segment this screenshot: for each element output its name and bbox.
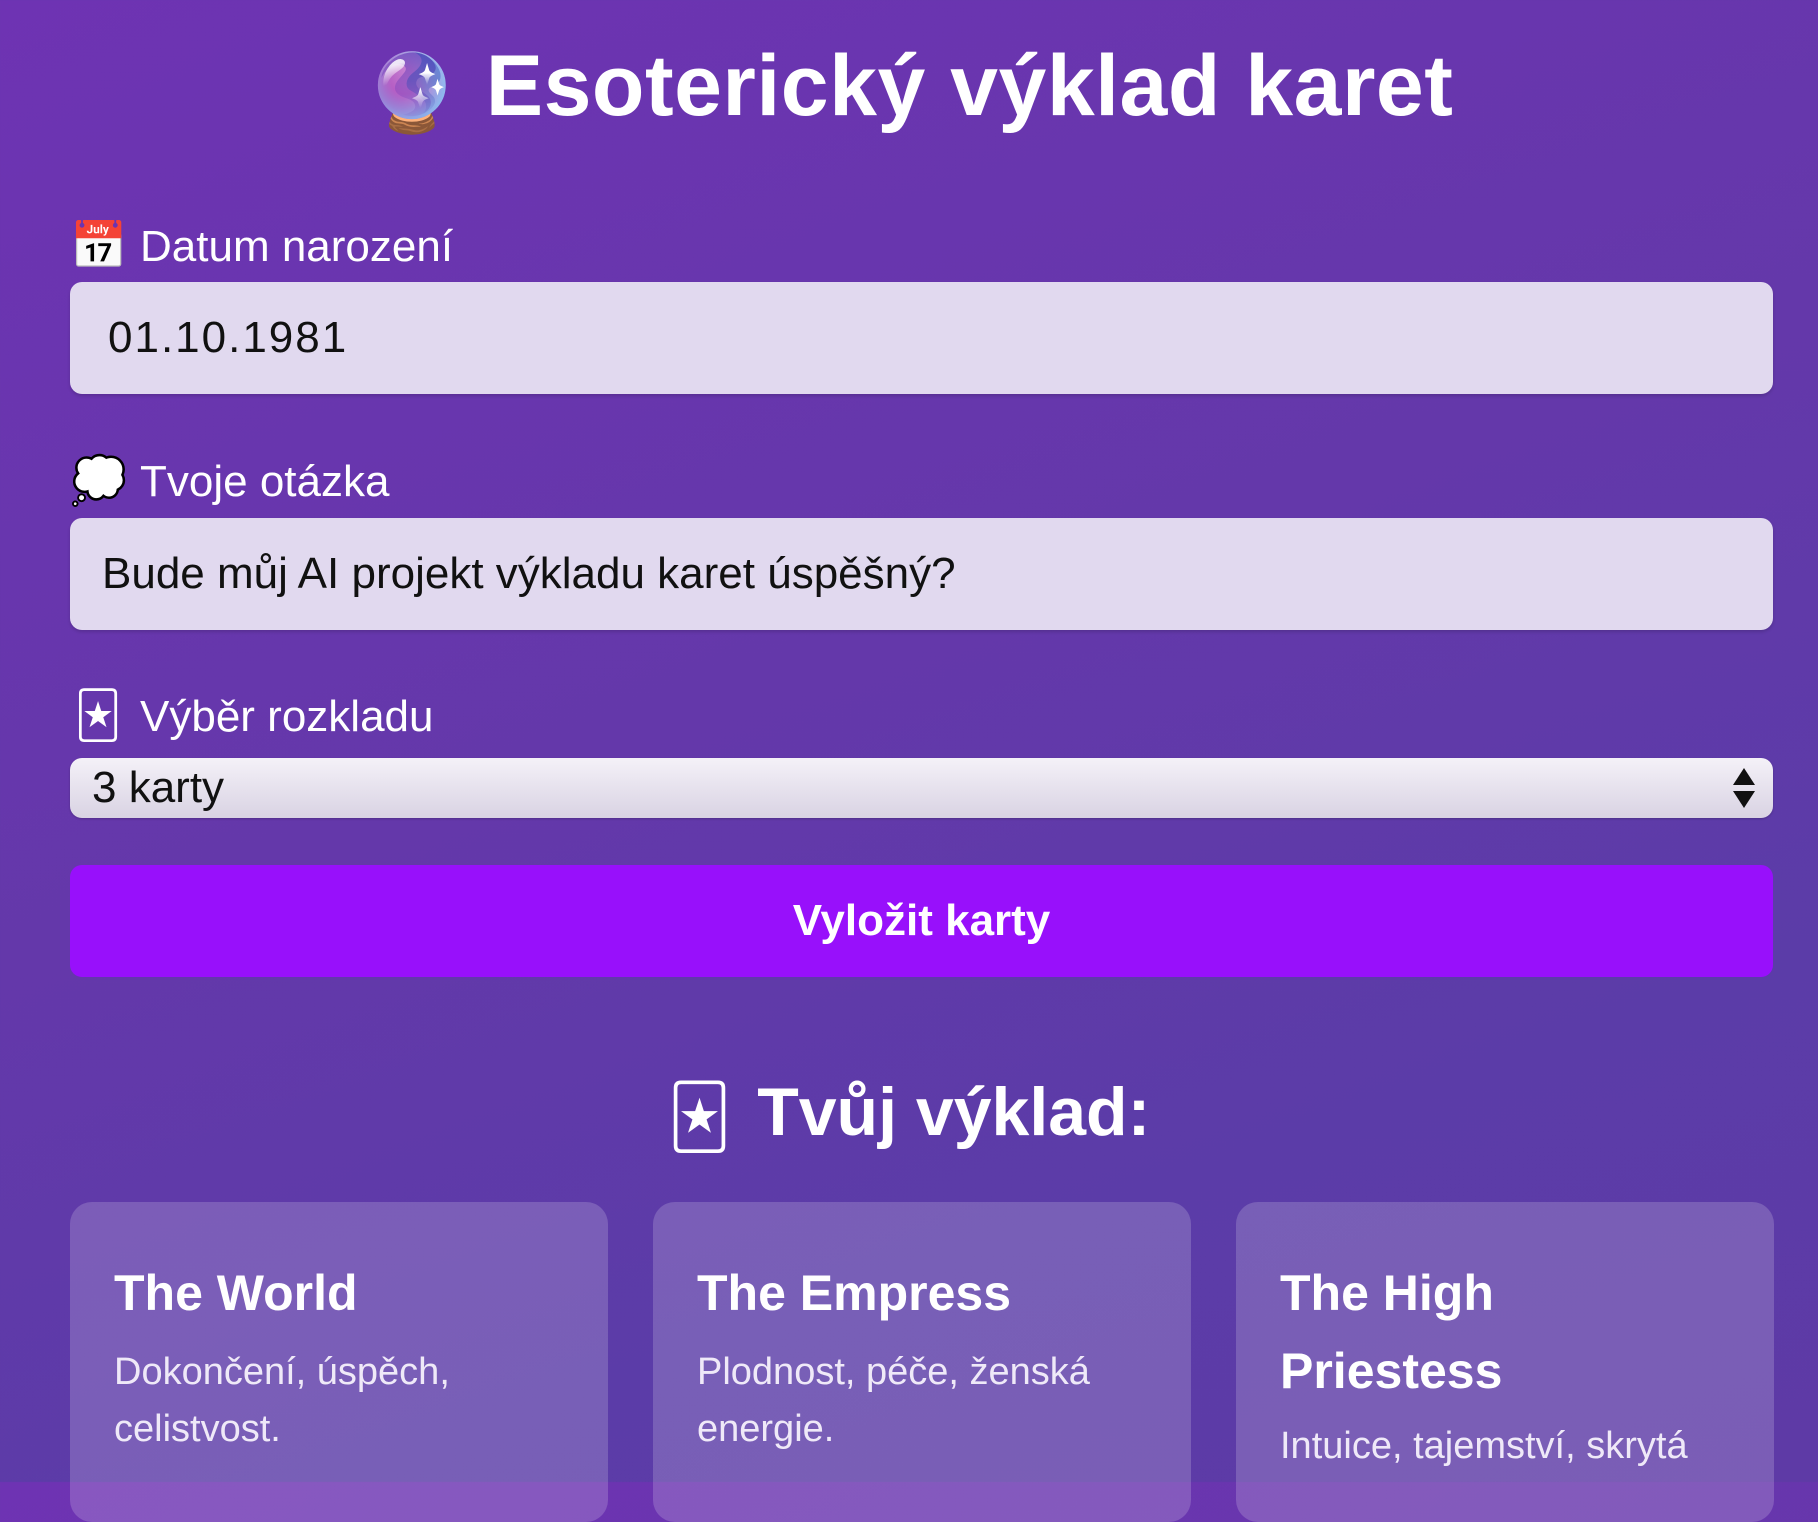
thought-balloon-icon: 💭 (70, 454, 128, 506)
tarot-card: The World Dokončení, úspěch, celistvost. (70, 1202, 608, 1522)
card-meaning: Dokončení, úspěch, celistvost. (114, 1351, 450, 1450)
spread-select[interactable]: 3 karty (70, 758, 1773, 818)
reading-title-text: Tvůj výklad: (757, 1074, 1151, 1150)
card-name: The Empress (697, 1265, 1012, 1321)
page-title: 🔮 Esoterický výklad karet (0, 36, 1818, 136)
birthdate-input[interactable]: 01.10.1981 (70, 282, 1773, 394)
page-title-text: Esoterický výklad karet (485, 38, 1454, 134)
spread-label: 🃏 Výběr rozkladu (70, 687, 433, 745)
question-label-text: Tvoje otázka (140, 457, 390, 506)
birthdate-label: 📅 Datum narození (70, 217, 453, 275)
tarot-card: The High Priestess Intuice, tajemství, s… (1236, 1202, 1774, 1522)
joker-card-icon: 🃏 (74, 689, 122, 741)
birthdate-label-text: Datum narození (140, 222, 454, 271)
reading-title: 🃏 Tvůj výklad: (0, 1062, 1818, 1162)
card-name: The World (114, 1265, 358, 1321)
select-arrows-icon (1733, 768, 1755, 808)
card-name: The High Priestess (1280, 1265, 1503, 1399)
tarot-card: The Empress Plodnost, péče, ženská energ… (653, 1202, 1191, 1522)
question-input[interactable]: Bude můj AI projekt výkladu karet úspěšn… (70, 518, 1773, 630)
calendar-icon: 📅 (70, 219, 128, 271)
crystal-ball-icon: 🔮 (364, 51, 460, 136)
joker-card-icon: 🃏 (667, 1083, 732, 1152)
spread-select-value: 3 karty (92, 763, 225, 812)
card-meaning: Plodnost, péče, ženská energie. (697, 1351, 1090, 1450)
card-meaning: Intuice, tajemství, skrytá (1280, 1425, 1688, 1467)
deal-cards-button[interactable]: Vyložit karty (70, 865, 1773, 977)
spread-label-text: Výběr rozkladu (140, 692, 434, 741)
question-label: 💭 Tvoje otázka (70, 452, 389, 510)
